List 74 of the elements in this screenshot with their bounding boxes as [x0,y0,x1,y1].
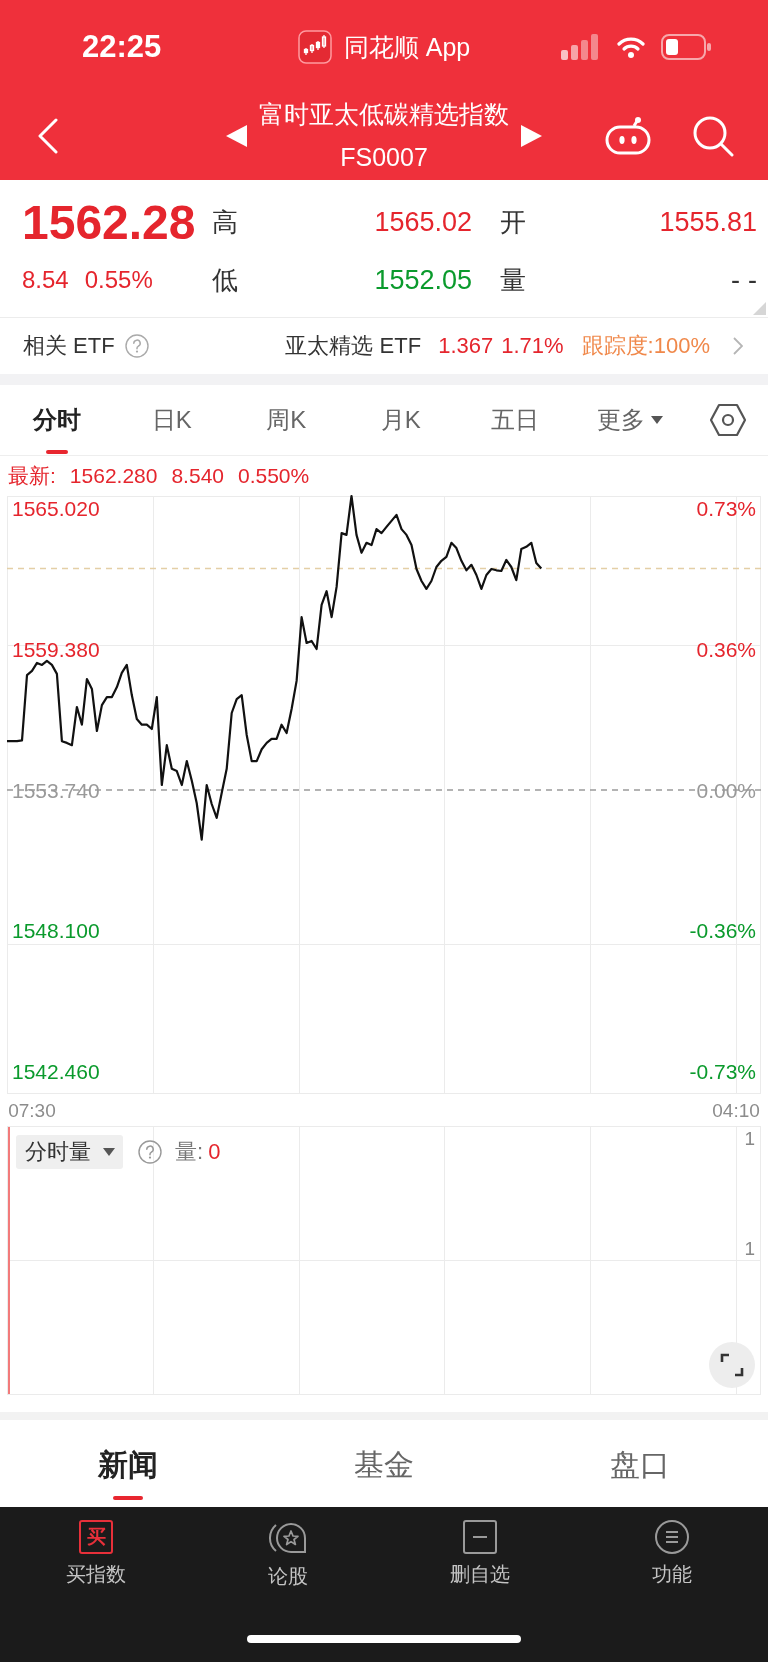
stat-value: 1555.81 [659,206,757,238]
stat-label: 高 [212,205,238,239]
content-tab[interactable]: 基金 [354,1447,414,1500]
volume-axis-label: 1 [744,1238,755,1260]
price-change: 8.54 [22,266,69,294]
back-icon[interactable] [37,118,59,154]
time-axis-label: 04:10 [712,1100,760,1121]
next-triangle-icon[interactable] [521,125,542,147]
caret-icon [103,1148,115,1156]
previous-triangle-icon[interactable] [226,125,247,147]
minus-square-icon [463,1520,497,1554]
latest-label: 最新: [8,463,56,489]
candlestick-icon [297,30,332,64]
chart-tab[interactable]: 周K [264,403,309,454]
toolbar-button[interactable]: 论股 [268,1520,308,1588]
index-name: 富时亚太低碳精选指数 [259,99,509,130]
star-bubble-icon [268,1520,308,1556]
wifi-icon [617,36,645,58]
caret-icon [650,416,663,424]
etf-price: 1.367 [438,333,494,359]
chart-tab[interactable]: 月K [378,403,423,454]
stat-value: 1552.05 [374,264,472,296]
percent-change: 0.55% [84,266,153,294]
help-icon[interactable] [138,1140,162,1164]
chart-tab[interactable]: 分时 [31,403,84,454]
price-axis-label: 1559.380 [12,638,100,661]
settings-icon[interactable] [709,403,746,437]
menu-icon [655,1520,689,1554]
percent-axis-label: -0.73% [689,1059,756,1083]
price-axis-label: 1565.020 [12,497,100,521]
content-tab[interactable]: 盘口 [610,1447,670,1500]
tracking-rate: 跟踪度:100% [581,332,710,360]
volume-axis-label: 1 [744,1128,755,1150]
battery-icon [661,34,711,60]
toolbar-button[interactable]: 删自选 [450,1520,510,1586]
stat-label: 量 [500,263,526,297]
etf-change: 1.71% [501,333,564,359]
stat-value: 1565.02 [374,206,472,238]
toolbar-button[interactable]: 买 买指数 [66,1520,126,1586]
related-etf-label: 相关 ETF [23,332,115,360]
last-price: 1562.28 [22,194,196,250]
chart-tab[interactable]: 日K [149,403,194,454]
indicator-selector[interactable]: 分时量 [16,1135,123,1169]
more-dropdown[interactable]: 更多 [594,403,665,454]
percent-axis-label: 0.73% [696,497,756,521]
volume-label: 量: [175,1138,204,1166]
etf-name: 亚太精选 ETF [285,332,422,360]
robot-icon[interactable] [605,117,651,155]
index-code: FS0007 [340,142,428,173]
percent-axis-label: -0.36% [689,919,756,943]
time-axis-label: 07:30 [8,1100,56,1121]
stat-label: 开 [500,205,526,239]
price-axis-label: 1548.100 [12,919,100,943]
latest-change: 8.540 [171,464,224,488]
stat-value: -- [731,264,765,296]
toolbar-button[interactable]: 功能 [652,1520,692,1586]
price-axis-label: 1553.740 [12,778,100,802]
search-icon[interactable] [692,115,734,157]
signal-icon [561,34,601,60]
expand-icon [720,1353,744,1377]
latest-percent: 0.550% [238,464,310,488]
content-tab[interactable]: 新闻 [98,1447,158,1500]
status-time: 22:25 [82,29,162,64]
app-name: 同花顺 App [343,31,471,63]
price-axis-label: 1542.460 [12,1059,100,1083]
stat-label: 低 [212,263,238,297]
help-icon[interactable] [124,334,149,358]
volume-value: 0 [208,1139,221,1165]
percent-axis-label: 0.00% [696,778,756,802]
percent-axis-label: 0.36% [696,638,756,661]
buy-icon: 买 [79,1520,113,1554]
expand-button[interactable] [709,1342,755,1388]
chart-tab[interactable]: 五日 [489,403,542,454]
latest-price: 1562.280 [69,464,158,488]
